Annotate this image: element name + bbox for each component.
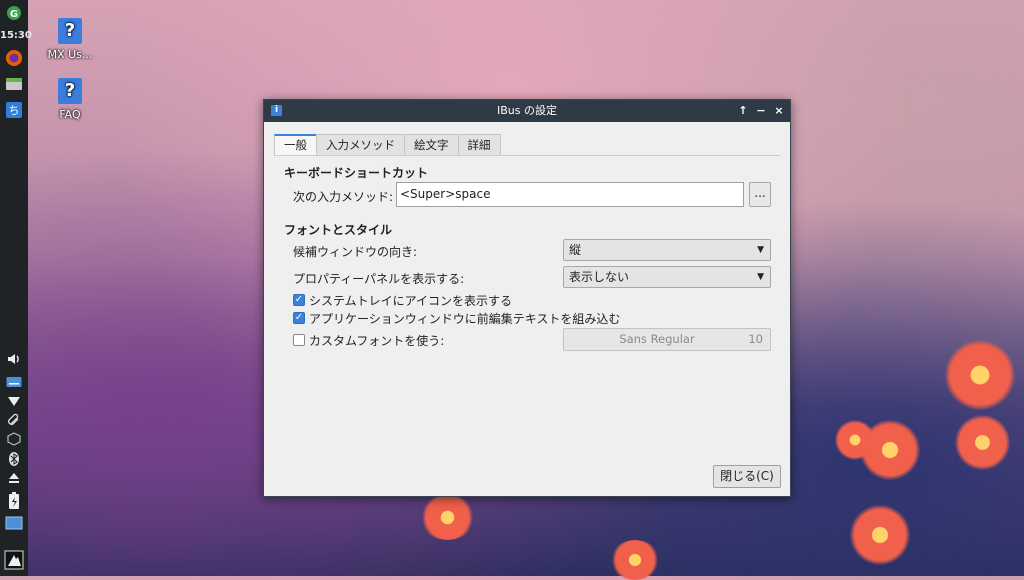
next-input-method-field[interactable]: <Super>space bbox=[396, 182, 744, 207]
keyboard-icon[interactable] bbox=[0, 376, 28, 391]
desktop-icon-label: FAQ bbox=[59, 108, 81, 121]
background-flower bbox=[610, 540, 660, 580]
property-panel-select[interactable]: 表示しない ▼ bbox=[563, 266, 771, 288]
font-chooser-button[interactable]: Sans Regular 10 bbox=[563, 328, 771, 351]
tab-advanced[interactable]: 詳細 bbox=[457, 134, 501, 156]
edit-shortcut-button[interactable]: ... bbox=[749, 182, 771, 207]
dropdown-arrow-icon: ▼ bbox=[757, 272, 764, 282]
embed-preedit-label: アプリケーションウィンドウに前編集テキストを組み込む bbox=[309, 312, 621, 326]
volume-icon[interactable] bbox=[0, 351, 28, 370]
maximize-icon[interactable]: ↑ bbox=[736, 100, 750, 122]
help-icon: ? bbox=[58, 18, 82, 44]
font-style-heading: フォントとスタイル bbox=[284, 223, 393, 237]
close-icon[interactable]: × bbox=[772, 100, 786, 122]
candidate-orientation-value: 縦 bbox=[569, 243, 582, 257]
font-size: 10 bbox=[748, 332, 763, 346]
help-icon: ? bbox=[58, 78, 82, 104]
clip-icon[interactable] bbox=[0, 413, 28, 430]
tab-bar: 一般 入力メソッド 絵文字 詳細 bbox=[274, 134, 501, 156]
desktop-icon-label: MX Us... bbox=[47, 48, 93, 61]
bluetooth-icon[interactable] bbox=[0, 451, 28, 470]
tab-emoji[interactable]: 絵文字 bbox=[404, 134, 459, 156]
file-manager-icon[interactable] bbox=[0, 76, 28, 95]
mx-menu-icon[interactable] bbox=[0, 550, 28, 573]
embed-preedit-checkbox[interactable]: ✓ bbox=[293, 312, 305, 324]
candidate-orientation-label: 候補ウィンドウの向き: bbox=[293, 245, 418, 259]
tab-input-method[interactable]: 入力メソッド bbox=[316, 134, 405, 156]
background-flower bbox=[420, 495, 475, 540]
background-flower bbox=[955, 415, 1010, 470]
custom-font-label: カスタムフォントを使う: bbox=[309, 334, 445, 348]
network-icon[interactable] bbox=[0, 395, 28, 410]
taskbar: G 15:30 ち bbox=[0, 0, 32, 576]
desktop-icon-faq[interactable]: ? FAQ bbox=[35, 78, 105, 121]
font-name: Sans Regular bbox=[619, 332, 695, 346]
window-icon[interactable] bbox=[0, 516, 28, 533]
candidate-orientation-select[interactable]: 縦 ▼ bbox=[563, 239, 771, 261]
window-title: IBus の設定 bbox=[497, 104, 557, 117]
input-method-icon[interactable]: ち bbox=[0, 101, 28, 122]
property-panel-label: プロパティーパネルを表示する: bbox=[293, 272, 465, 286]
svg-text:G: G bbox=[10, 9, 18, 20]
background-flower bbox=[850, 505, 910, 565]
systray-checkbox[interactable]: ✓ bbox=[293, 294, 305, 306]
tab-divider bbox=[274, 155, 780, 156]
systray-label: システムトレイにアイコンを表示する bbox=[309, 294, 513, 308]
minimize-icon[interactable]: − bbox=[754, 100, 768, 122]
update-icon[interactable]: G bbox=[0, 5, 28, 24]
close-button[interactable]: 閉じる(C) bbox=[713, 465, 781, 488]
background-flower bbox=[945, 340, 1015, 410]
ibus-settings-dialog: i IBus の設定 ↑ − × 一般 入力メソッド 絵文字 詳細 キーボードシ… bbox=[263, 99, 791, 497]
title-bar[interactable]: i IBus の設定 ↑ − × bbox=[264, 100, 790, 122]
desktop-icon-mx-user-manual[interactable]: ? MX Us... bbox=[35, 18, 105, 61]
custom-font-checkbox[interactable] bbox=[293, 334, 305, 346]
dropdown-arrow-icon: ▼ bbox=[757, 245, 764, 255]
clock[interactable]: 15:30 bbox=[0, 30, 32, 41]
svg-text:ち: ち bbox=[9, 104, 20, 117]
eject-icon[interactable] bbox=[0, 472, 28, 487]
background-flower bbox=[835, 420, 875, 460]
keyboard-shortcut-heading: キーボードショートカット bbox=[284, 166, 429, 180]
firefox-icon[interactable] bbox=[0, 49, 28, 70]
package-icon[interactable] bbox=[0, 432, 28, 449]
next-input-method-label: 次の入力メソッド: bbox=[293, 190, 394, 204]
battery-icon[interactable] bbox=[0, 492, 28, 513]
property-panel-value: 表示しない bbox=[569, 270, 630, 284]
tab-general[interactable]: 一般 bbox=[274, 134, 317, 156]
